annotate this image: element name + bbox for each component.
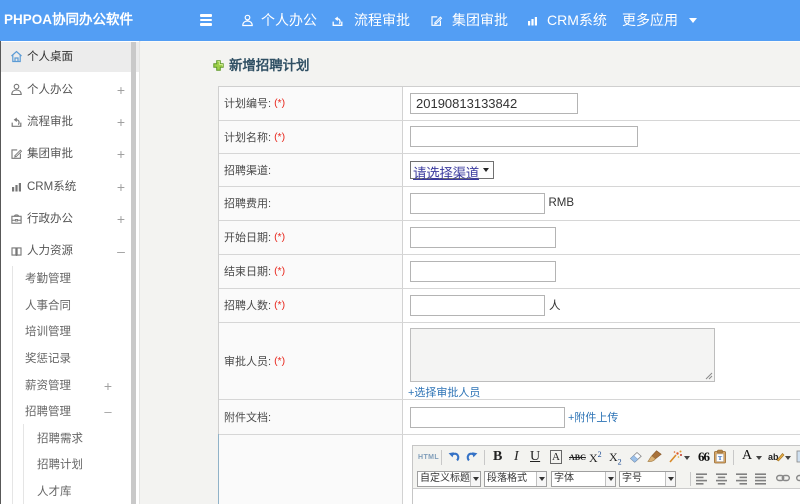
svg-text:T: T: [718, 455, 723, 462]
